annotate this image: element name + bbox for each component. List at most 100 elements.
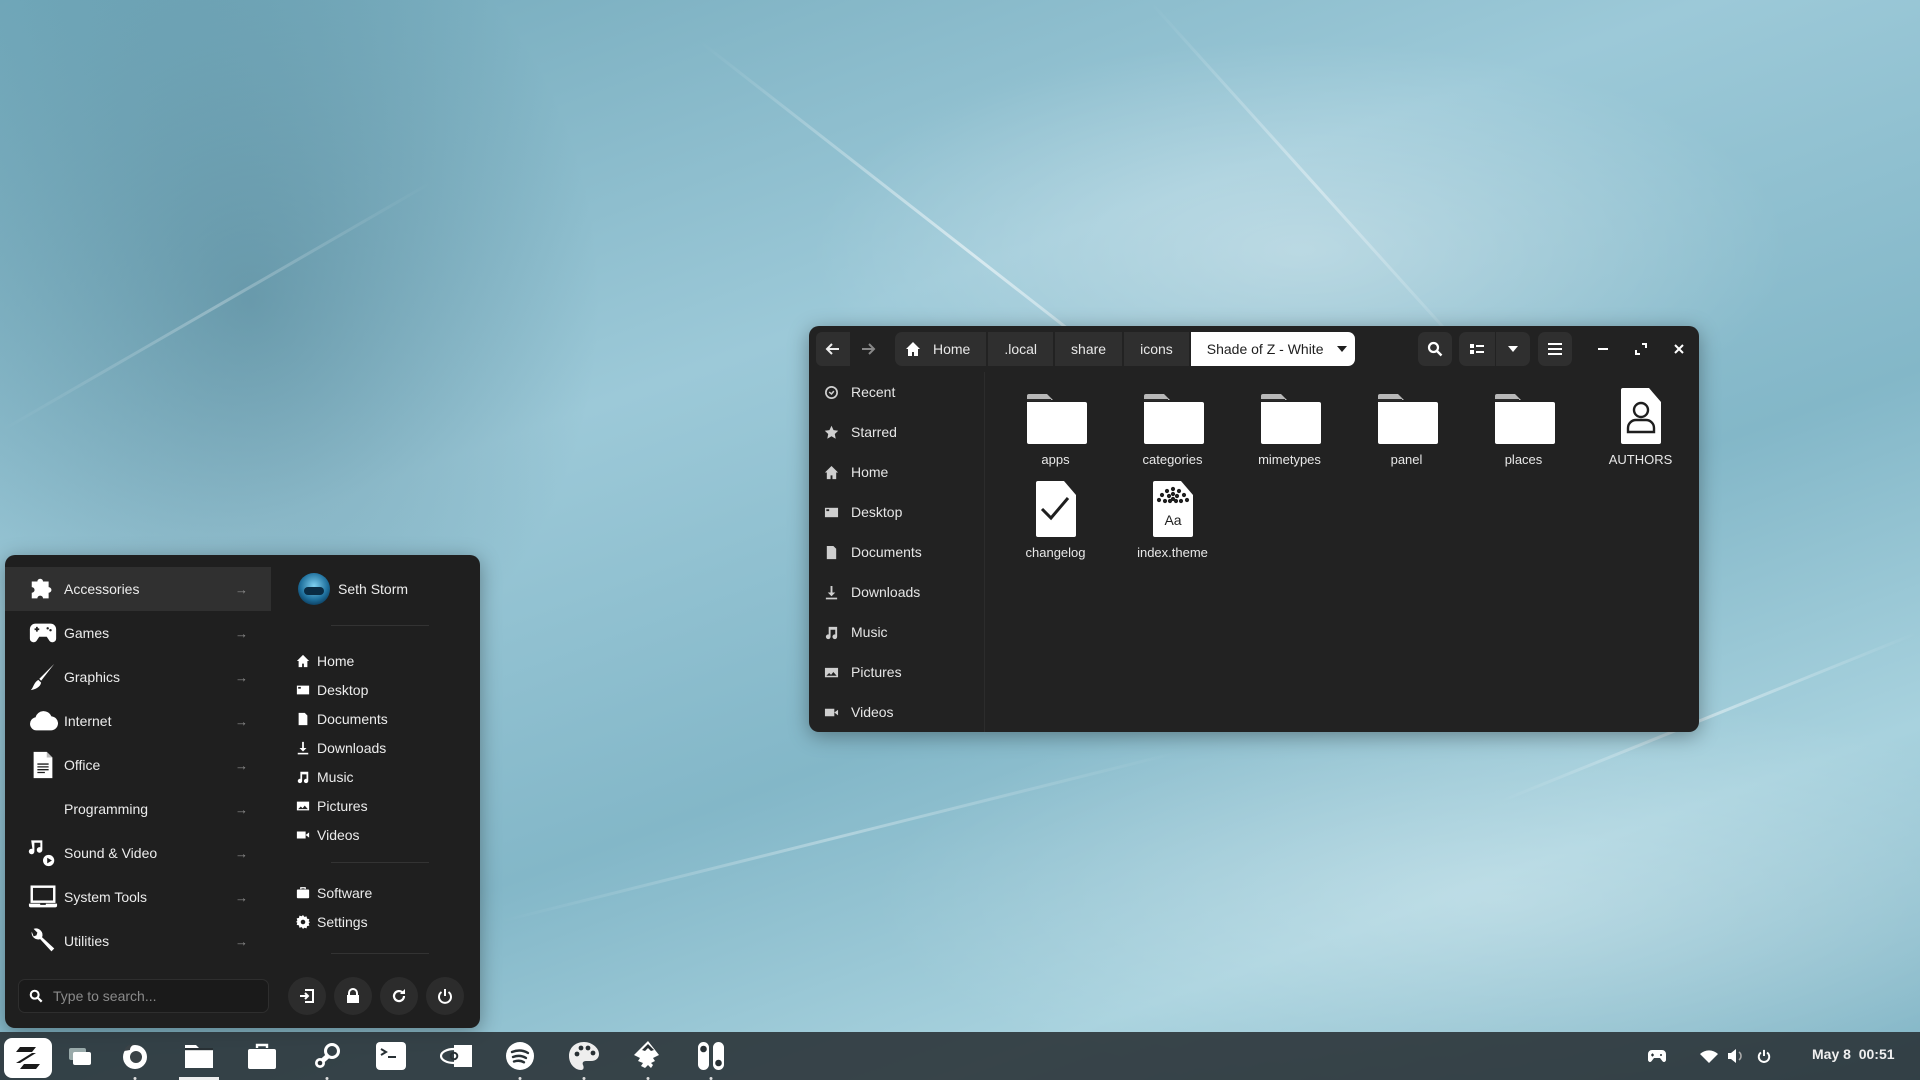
- search-icon: [1427, 341, 1443, 357]
- file-item-apps[interactable]: apps: [997, 384, 1114, 477]
- sidebar-item-music[interactable]: Music: [809, 612, 984, 652]
- search-button[interactable]: [1418, 332, 1452, 366]
- tray-power[interactable]: [1757, 1032, 1771, 1080]
- file-item-categories[interactable]: categories: [1114, 384, 1231, 477]
- menu-item-videos[interactable]: Videos: [295, 820, 388, 849]
- category-utilities[interactable]: Utilities →: [5, 919, 271, 963]
- tray-volume[interactable]: [1728, 1032, 1744, 1080]
- divider: [331, 862, 429, 863]
- file-item-authors[interactable]: AUTHORS: [1582, 384, 1699, 477]
- breadcrumb-local[interactable]: .local: [988, 332, 1054, 366]
- file-name: mimetypes: [1258, 452, 1321, 467]
- main-menu-button[interactable]: [1538, 332, 1572, 366]
- category-programming[interactable]: Programming →: [5, 787, 271, 831]
- category-office[interactable]: Office →: [5, 743, 271, 787]
- user-account[interactable]: Seth Storm: [298, 573, 408, 605]
- lock-icon: [347, 988, 359, 1003]
- category-accessories[interactable]: Accessories →: [5, 567, 271, 611]
- briefcase-icon: [296, 886, 310, 898]
- start-button[interactable]: [4, 1038, 52, 1078]
- category-label: Programming: [64, 801, 149, 817]
- category-label: Utilities: [64, 933, 110, 949]
- menu-item-icon-wrap: [295, 740, 311, 756]
- view-options-button[interactable]: [1496, 332, 1530, 366]
- taskbar-app-toggle-app[interactable]: [691, 1038, 731, 1080]
- sidebar-item-label: Recent: [851, 384, 896, 400]
- category-graphics[interactable]: Graphics →: [5, 655, 271, 699]
- sidebar-item-desktop[interactable]: Desktop: [809, 492, 984, 532]
- taskbar-app-palette[interactable]: [564, 1038, 604, 1080]
- tray-wifi[interactable]: [1700, 1032, 1718, 1080]
- file-item-index-theme[interactable]: Aa index.theme: [1114, 477, 1231, 570]
- sidebar-item-downloads[interactable]: Downloads: [809, 572, 984, 612]
- sidebar-item-videos[interactable]: Videos: [809, 692, 984, 732]
- category-icon-wrap: [27, 705, 59, 737]
- power-button[interactable]: [426, 977, 464, 1015]
- taskbar-app-workspaces[interactable]: [60, 1038, 100, 1074]
- category-sound-video[interactable]: Sound & Video →: [5, 831, 271, 875]
- menu-item-music[interactable]: Music: [295, 762, 388, 791]
- taskbar-app-software[interactable]: [242, 1038, 282, 1074]
- sidebar-item-home[interactable]: Home: [809, 452, 984, 492]
- minimize-button[interactable]: [1586, 332, 1620, 366]
- menu-item-label: Videos: [317, 826, 360, 843]
- taskbar-app-nvidia-settings[interactable]: [436, 1038, 476, 1074]
- maximize-button[interactable]: [1624, 332, 1658, 366]
- menu-item-software[interactable]: Software: [295, 878, 372, 907]
- file-name: apps: [1041, 452, 1070, 467]
- menu-item-home[interactable]: Home: [295, 646, 388, 675]
- category-label: Sound & Video: [64, 845, 158, 861]
- menu-item-icon-wrap: [295, 711, 311, 727]
- desktop-icon: [296, 685, 310, 694]
- category-internet[interactable]: Internet →: [5, 699, 271, 743]
- breadcrumb-share[interactable]: share: [1055, 332, 1123, 366]
- music-video-icon: [28, 840, 55, 867]
- back-button[interactable]: [816, 332, 850, 366]
- sidebar-item-pictures[interactable]: Pictures: [809, 652, 984, 692]
- menu-item-settings[interactable]: Settings: [295, 907, 372, 936]
- category-games[interactable]: Games →: [5, 611, 271, 655]
- breadcrumb-icons[interactable]: icons: [1124, 332, 1189, 366]
- volume-icon: [1728, 1049, 1742, 1063]
- menu-item-documents[interactable]: Documents: [295, 704, 388, 733]
- taskbar-app-terminal[interactable]: [371, 1038, 411, 1074]
- category-system-tools[interactable]: System Tools →: [5, 875, 271, 919]
- menu-search[interactable]: [18, 979, 269, 1013]
- taskbar-app-steam[interactable]: [307, 1038, 347, 1080]
- sidebar-item-starred[interactable]: Starred: [809, 412, 984, 452]
- music-icon: [297, 771, 309, 783]
- lock-button[interactable]: [334, 977, 372, 1015]
- menu-search-input[interactable]: [53, 988, 253, 1004]
- taskbar-app-firefox[interactable]: [115, 1038, 155, 1080]
- view-toggle-button[interactable]: [1459, 332, 1495, 366]
- restart-button[interactable]: [380, 977, 418, 1015]
- breadcrumb-current[interactable]: Shade of Z - White: [1190, 332, 1356, 366]
- menu-item-label: Documents: [317, 710, 388, 727]
- breadcrumb-label: .local: [1004, 341, 1038, 357]
- logout-button[interactable]: [288, 977, 326, 1015]
- taskbar-app-files[interactable]: [179, 1038, 219, 1080]
- close-button[interactable]: [1662, 332, 1696, 366]
- home-icon: [906, 342, 920, 356]
- menu-item-downloads[interactable]: Downloads: [295, 733, 388, 762]
- arrow-right-icon: →: [235, 889, 248, 905]
- menu-item-desktop[interactable]: Desktop: [295, 675, 388, 704]
- file-name: places: [1504, 452, 1543, 467]
- menu-item-pictures[interactable]: Pictures: [295, 791, 388, 820]
- category-icon-wrap: [27, 661, 59, 693]
- sidebar-item-documents[interactable]: Documents: [809, 532, 984, 572]
- file-item-mimetypes[interactable]: mimetypes: [1231, 384, 1348, 477]
- taskbar-app-inkscape[interactable]: [628, 1038, 668, 1080]
- file-item-panel[interactable]: panel: [1348, 384, 1465, 477]
- file-item-changelog[interactable]: changelog: [997, 477, 1114, 570]
- sidebar-item-recent[interactable]: Recent: [809, 372, 984, 412]
- breadcrumb-home[interactable]: Home: [895, 332, 987, 366]
- download-icon-wrap: [823, 584, 839, 600]
- file-item-places[interactable]: places: [1465, 384, 1582, 477]
- clock[interactable]: May 8 00:51: [1812, 1046, 1895, 1062]
- file-manager-window: Home .local share icons Shade of Z - Whi…: [809, 326, 1699, 732]
- sidebar-item-label: Music: [851, 624, 888, 640]
- tray-gamepad[interactable]: [1648, 1032, 1666, 1080]
- forward-button[interactable]: [851, 332, 885, 366]
- taskbar-app-spotify[interactable]: [500, 1038, 540, 1080]
